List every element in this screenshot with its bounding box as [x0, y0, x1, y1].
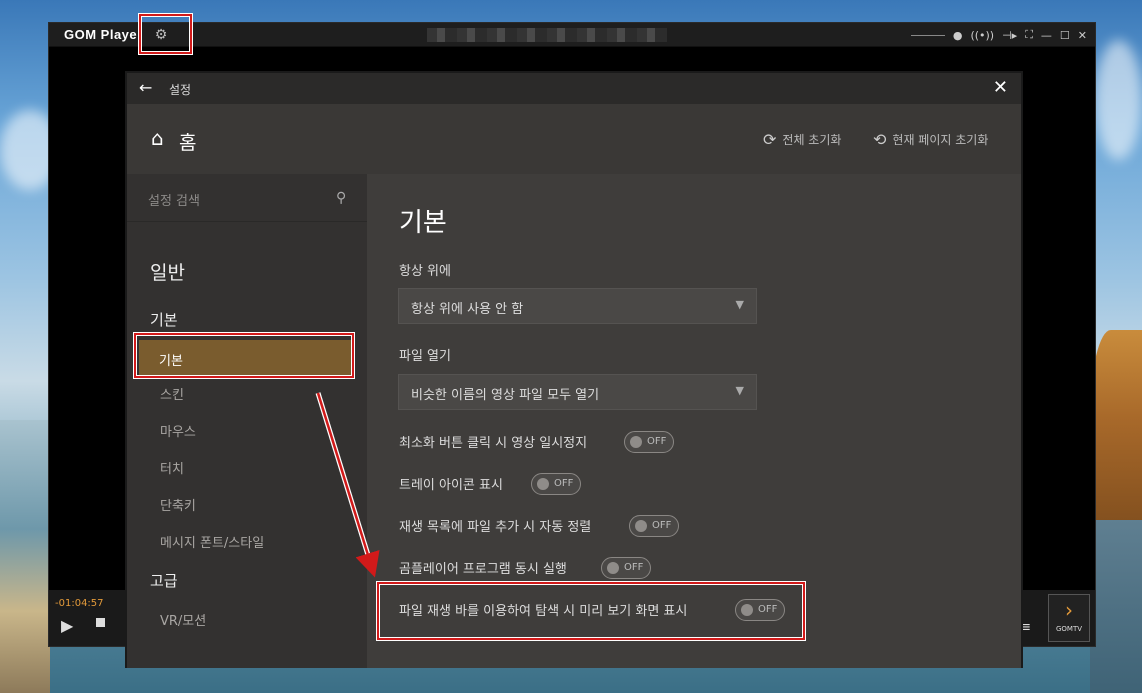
stop-icon[interactable] — [96, 618, 105, 627]
open-file-select[interactable]: 비슷한 이름의 영상 파일 모두 열기 ▼ — [398, 374, 757, 410]
window-controls: ● ((•)) ⊣▸ ⛶ — ☐ ✕ — [910, 26, 1087, 44]
refresh-icon: ⟳ — [763, 130, 777, 149]
toggle-knob — [630, 436, 642, 448]
chevron-down-icon: ▼ — [735, 298, 744, 311]
close-icon[interactable]: ✕ — [993, 77, 1008, 98]
sidebar-item-vr-motion[interactable]: VR/모션 — [160, 610, 206, 629]
blurred-file-title — [427, 28, 667, 42]
close-icon[interactable]: ✕ — [1078, 29, 1087, 42]
desktop-sea — [0, 420, 50, 693]
playback-time: -01:04:57 — [55, 598, 104, 609]
toggle-minimize-pause[interactable]: OFF — [624, 431, 674, 453]
sidebar-item-touch[interactable]: 터치 — [160, 458, 184, 477]
toggle-label-auto-sort: 재생 목록에 파일 추가 시 자동 정렬 — [399, 520, 592, 535]
highlight-gear — [139, 14, 192, 54]
sidebar-group-basic[interactable]: 기본 — [150, 309, 178, 330]
always-on-top-select[interactable]: 항상 위에 사용 안 함 ▼ — [398, 288, 757, 324]
toggle-knob — [537, 478, 549, 490]
sidebar-item-skin[interactable]: 스킨 — [160, 384, 184, 403]
sidebar-item-message-font[interactable]: 메시지 폰트/스타일 — [160, 532, 264, 551]
fullscreen-icon[interactable]: ⛶ — [1025, 28, 1033, 42]
volume-knob-icon[interactable]: ● — [953, 29, 963, 42]
settings-header: ⌂ 홈 ⟳ 전체 초기화 ⟲ 현재 페이지 초기화 — [127, 104, 1021, 174]
gom-logo: GOM Player — [64, 27, 143, 42]
reset-all-button[interactable]: ⟳ 전체 초기화 — [763, 130, 841, 149]
sidebar-item-mouse[interactable]: 마우스 — [160, 421, 196, 440]
chevron-down-icon: ▼ — [735, 384, 744, 397]
toggle-state: OFF — [624, 562, 644, 573]
gomtv-button[interactable]: › GOMTV — [1048, 594, 1090, 642]
toggle-state: OFF — [647, 436, 667, 447]
always-on-top-label: 항상 위에 — [399, 264, 451, 279]
toggle-label-tray-icon: 트레이 아이콘 표시 — [399, 478, 503, 493]
toggle-knob — [607, 562, 619, 574]
reset-page-label: 현재 페이지 초기화 — [892, 133, 989, 147]
volume-slider[interactable] — [910, 34, 945, 36]
toggle-label-multi-instance: 곰플레이어 프로그램 동시 실행 — [399, 562, 567, 577]
toggle-auto-sort[interactable]: OFF — [629, 515, 679, 537]
sidebar-item-shortcuts[interactable]: 단축키 — [160, 495, 196, 514]
page-title: 기본 — [399, 208, 447, 238]
settings-window-title: 설정 — [169, 83, 192, 97]
desktop-rock — [1090, 330, 1142, 550]
toggle-state: OFF — [554, 478, 574, 489]
highlight-seek-preview — [377, 582, 805, 640]
toggle-tray-icon[interactable]: OFF — [531, 473, 581, 495]
settings-search-input[interactable]: 설정 검색 — [148, 190, 200, 209]
desktop-water — [1090, 520, 1142, 693]
sidebar-section-advanced[interactable]: 고급 — [150, 570, 178, 591]
home-icon[interactable]: ⌂ — [151, 126, 164, 150]
refresh-icon: ⟲ — [873, 130, 887, 149]
always-on-top-value: 항상 위에 사용 안 함 — [411, 302, 524, 317]
gomtv-label: GOMTV — [1055, 625, 1083, 633]
settings-sidebar: 설정 검색 ⚲ 일반 기본 기본 스킨 마우스 터치 단축키 메시지 폰트/스타… — [127, 174, 367, 668]
open-file-value: 비슷한 이름의 영상 파일 모두 열기 — [411, 388, 600, 403]
player-titlebar[interactable]: GOM Player ⚙ ● ((•)) ⊣▸ ⛶ — ☐ ✕ — [49, 23, 1095, 47]
toggle-label-minimize-pause: 최소화 버튼 클릭 시 영상 일시정지 — [399, 436, 588, 451]
search-icon[interactable]: ⚲ — [336, 190, 346, 206]
settings-titlebar: ← 설정 ✕ — [127, 73, 1021, 104]
highlight-sidebar-basic — [134, 333, 354, 378]
desktop-cloud — [1095, 40, 1142, 160]
maximize-icon[interactable]: ☐ — [1060, 29, 1070, 42]
open-file-label: 파일 열기 — [399, 349, 451, 364]
chevron-right-icon: › — [1065, 598, 1073, 622]
play-icon[interactable]: ▶ — [61, 616, 73, 635]
divider — [127, 221, 367, 222]
toggle-knob — [635, 520, 647, 532]
pip-icon[interactable]: ⊣▸ — [1002, 29, 1017, 42]
back-arrow-icon[interactable]: ← — [139, 78, 152, 97]
sidebar-section-general: 일반 — [150, 262, 185, 284]
reset-page-button[interactable]: ⟲ 현재 페이지 초기화 — [873, 130, 988, 149]
reset-all-label: 전체 초기화 — [782, 133, 842, 147]
broadcast-icon[interactable]: ((•)) — [970, 29, 994, 42]
toggle-multi-instance[interactable]: OFF — [601, 557, 651, 579]
toggle-state: OFF — [652, 520, 672, 531]
minimize-icon[interactable]: — — [1041, 29, 1052, 42]
home-label[interactable]: 홈 — [179, 128, 196, 155]
